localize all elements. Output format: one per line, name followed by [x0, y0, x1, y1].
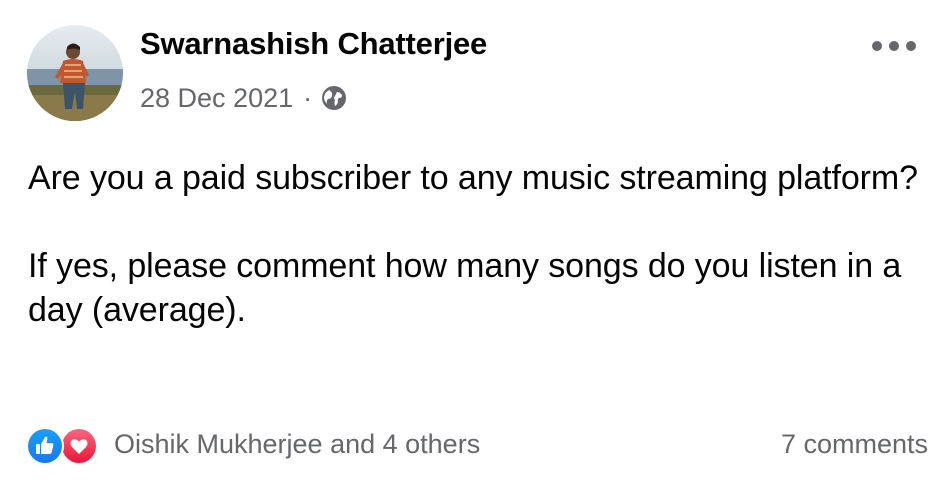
post-body: Are you a paid subscriber to any music s…	[28, 156, 928, 332]
post-meta: 28 Dec 2021 ·	[140, 80, 348, 116]
avatar-photo	[27, 25, 123, 121]
more-dot	[889, 41, 899, 51]
reaction-icons	[26, 425, 106, 465]
post-paragraph: Are you a paid subscriber to any music s…	[28, 159, 918, 197]
more-horizontal-icon	[872, 41, 882, 51]
post-paragraph: If yes, please comment how many songs do…	[28, 247, 902, 329]
reactors-text[interactable]: Oishik Mukherjee and 4 others	[114, 429, 480, 460]
like-icon	[26, 427, 64, 465]
author-avatar[interactable]	[27, 25, 123, 121]
author-name[interactable]: Swarnashish Chatterjee	[140, 26, 487, 62]
reactions-summary[interactable]: Oishik Mukherjee and 4 others	[26, 424, 480, 465]
love-icon	[60, 427, 98, 465]
comments-count[interactable]: 7 comments	[781, 424, 928, 464]
post-date[interactable]: 28 Dec 2021	[140, 83, 293, 114]
more-options-button[interactable]	[872, 34, 916, 58]
globe-icon[interactable]	[320, 84, 348, 112]
facebook-post: Swarnashish Chatterjee 28 Dec 2021 · Are…	[0, 0, 940, 485]
more-dot	[906, 41, 916, 51]
meta-separator: ·	[303, 82, 313, 113]
